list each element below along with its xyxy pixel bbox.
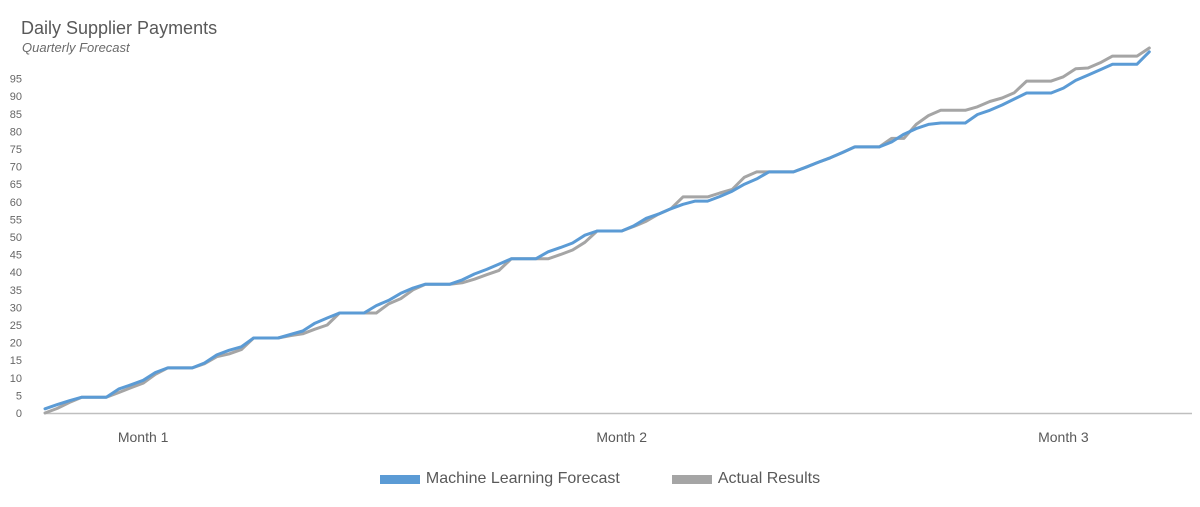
legend-swatch-forecast: [379, 474, 420, 484]
y-tick-label: 5: [16, 390, 22, 402]
legend: Machine Learning Forecast Actual Results: [0, 470, 1200, 488]
y-tick-label: 75: [10, 144, 22, 156]
series-group: [43, 46, 1151, 415]
legend-item-actual[interactable]: Actual Results: [671, 470, 821, 488]
y-tick-label: 65: [10, 179, 22, 191]
y-tick-label: 25: [10, 320, 22, 332]
y-tick-label: 20: [10, 338, 22, 350]
legend-label-forecast: Machine Learning Forecast: [425, 470, 620, 487]
y-tick-label: 10: [10, 373, 22, 385]
y-tick-label: 15: [10, 355, 22, 367]
y-tick-label: 70: [10, 162, 22, 174]
legend-label-actual: Actual Results: [717, 470, 821, 487]
y-tick-label: 55: [10, 214, 22, 226]
legend-swatch-actual: [671, 474, 712, 484]
y-tick-label: 0: [16, 408, 22, 420]
legend-item-forecast[interactable]: Machine Learning Forecast: [379, 470, 620, 488]
x-axis-ticks: Month 1 Month 2 Month 3: [118, 429, 1089, 445]
line-chart: 0 5 10 15 20 25 30 35 40 45 50 55 60 65 70 75 80 85 90 95 M…: [10, 46, 1192, 445]
y-tick-label: 90: [10, 91, 22, 103]
y-tick-label: 35: [10, 285, 22, 297]
y-tick-label: 85: [10, 109, 22, 121]
y-tick-label: 50: [10, 232, 22, 244]
y-axis-ticks: 0 5 10 15 20 25 30 35 40 45 50 55 60 65 70 75 80 85 90 95: [10, 74, 22, 420]
y-tick-label: 30: [10, 302, 22, 314]
y-tick-label: 40: [10, 267, 22, 279]
y-tick-label: 80: [10, 126, 22, 138]
y-tick-label: 60: [10, 197, 22, 209]
y-tick-label: 95: [10, 74, 22, 86]
x-tick-label: Month 2: [596, 429, 647, 445]
x-tick-label: Month 3: [1038, 429, 1089, 445]
y-tick-label: 45: [10, 250, 22, 262]
x-tick-label: Month 1: [118, 429, 169, 445]
